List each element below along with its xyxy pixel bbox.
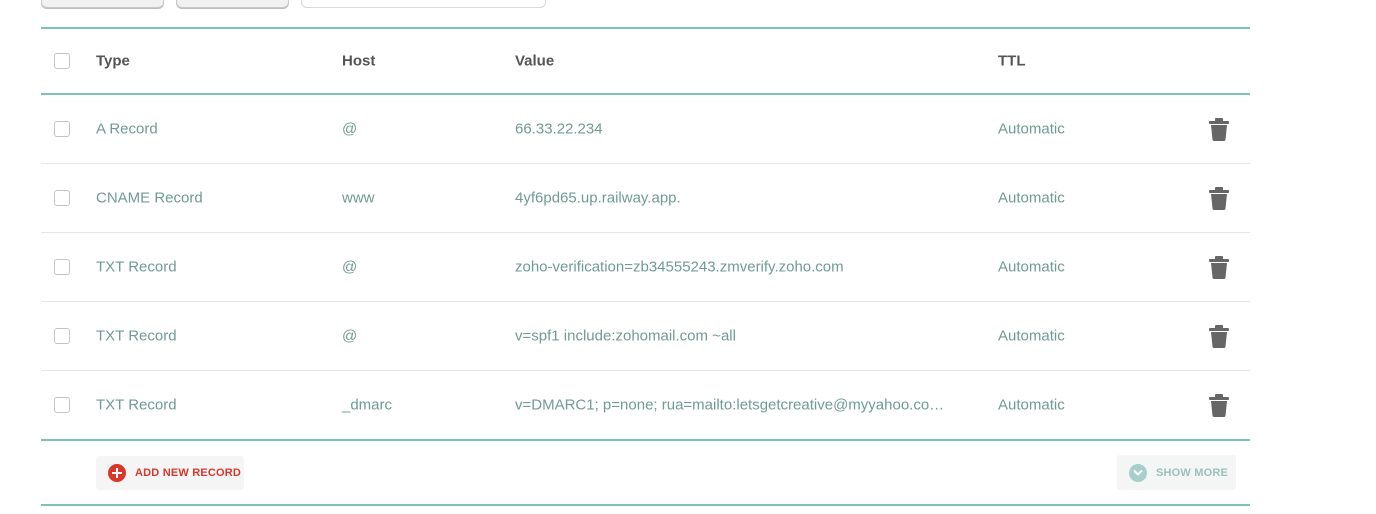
header-ttl[interactable]: TTL (998, 53, 1026, 70)
select-all-checkbox[interactable] (54, 53, 70, 69)
row-checkbox[interactable] (54, 328, 70, 344)
header-type[interactable]: Type (96, 53, 130, 70)
record-type: TXT Record (96, 258, 177, 276)
row-check-cell (54, 190, 70, 206)
record-ttl: Automatic (998, 396, 1065, 414)
add-new-record-button[interactable]: ADD NEW RECORD (96, 456, 244, 490)
record-host: @ (342, 120, 358, 138)
record-host: @ (342, 327, 358, 345)
header-host[interactable]: Host (342, 53, 375, 70)
trash-icon[interactable] (1209, 117, 1229, 141)
plus-circle-icon (108, 464, 126, 482)
row-check-cell (54, 397, 70, 413)
row-checkbox[interactable] (54, 121, 70, 137)
row-check-cell (54, 259, 70, 275)
record-type: A Record (96, 120, 158, 138)
header-value[interactable]: Value (515, 53, 554, 70)
record-host: www (342, 189, 375, 207)
row-checkbox[interactable] (54, 397, 70, 413)
dns-records-page: Type Host Value TTL A Record @ 66.33.22.… (0, 0, 1376, 514)
trash-icon[interactable] (1209, 255, 1229, 279)
record-type: TXT Record (96, 396, 177, 414)
toolbar-button[interactable] (176, 0, 289, 8)
table-row: A Record @ 66.33.22.234 Automatic (41, 95, 1250, 164)
table-bottom-divider (41, 504, 1250, 506)
search-input[interactable] (301, 0, 546, 8)
record-value: v=spf1 include:zohomail.com ~all (515, 327, 736, 345)
record-host: @ (342, 258, 358, 276)
trash-icon[interactable] (1209, 186, 1229, 210)
record-ttl: Automatic (998, 327, 1065, 345)
table-row: TXT Record _dmarc v=DMARC1; p=none; rua=… (41, 371, 1250, 439)
show-more-label: SHOW MORE (1156, 466, 1229, 479)
record-ttl: Automatic (998, 120, 1065, 138)
record-value: zoho-verification=zb34555243.zmverify.zo… (515, 258, 844, 276)
delete-record-button[interactable] (1209, 255, 1229, 279)
table-footer: ADD NEW RECORD SHOW MORE (41, 441, 1250, 504)
add-new-record-label: ADD NEW RECORD (135, 467, 242, 479)
delete-record-button[interactable] (1209, 393, 1229, 417)
delete-record-button[interactable] (1209, 324, 1229, 348)
chevron-down-icon (1129, 463, 1147, 482)
record-value: 4yf6pd65.up.railway.app. (515, 189, 681, 207)
record-host: _dmarc (342, 396, 393, 414)
record-value: v=DMARC1; p=none; rua=mailto:letsgetcrea… (515, 396, 945, 414)
select-all-cell (54, 53, 70, 69)
row-checkbox[interactable] (54, 190, 70, 206)
row-check-cell (54, 328, 70, 344)
row-checkbox[interactable] (54, 259, 70, 275)
toolbar-button[interactable] (41, 0, 164, 8)
record-type: TXT Record (96, 327, 177, 345)
table-header: Type Host Value TTL (41, 29, 1250, 93)
delete-record-button[interactable] (1209, 186, 1229, 210)
row-check-cell (54, 121, 70, 137)
delete-record-button[interactable] (1209, 117, 1229, 141)
table-row: TXT Record @ zoho-verification=zb3455524… (41, 233, 1250, 302)
record-value: 66.33.22.234 (515, 120, 603, 138)
show-more-button[interactable]: SHOW MORE (1117, 455, 1236, 490)
table-row: TXT Record @ v=spf1 include:zohomail.com… (41, 302, 1250, 371)
trash-icon[interactable] (1209, 324, 1229, 348)
table-row: CNAME Record www 4yf6pd65.up.railway.app… (41, 164, 1250, 233)
record-ttl: Automatic (998, 189, 1065, 207)
trash-icon[interactable] (1209, 393, 1229, 417)
record-ttl: Automatic (998, 258, 1065, 276)
record-type: CNAME Record (96, 189, 203, 207)
dns-records-table: Type Host Value TTL A Record @ 66.33.22.… (41, 27, 1250, 506)
